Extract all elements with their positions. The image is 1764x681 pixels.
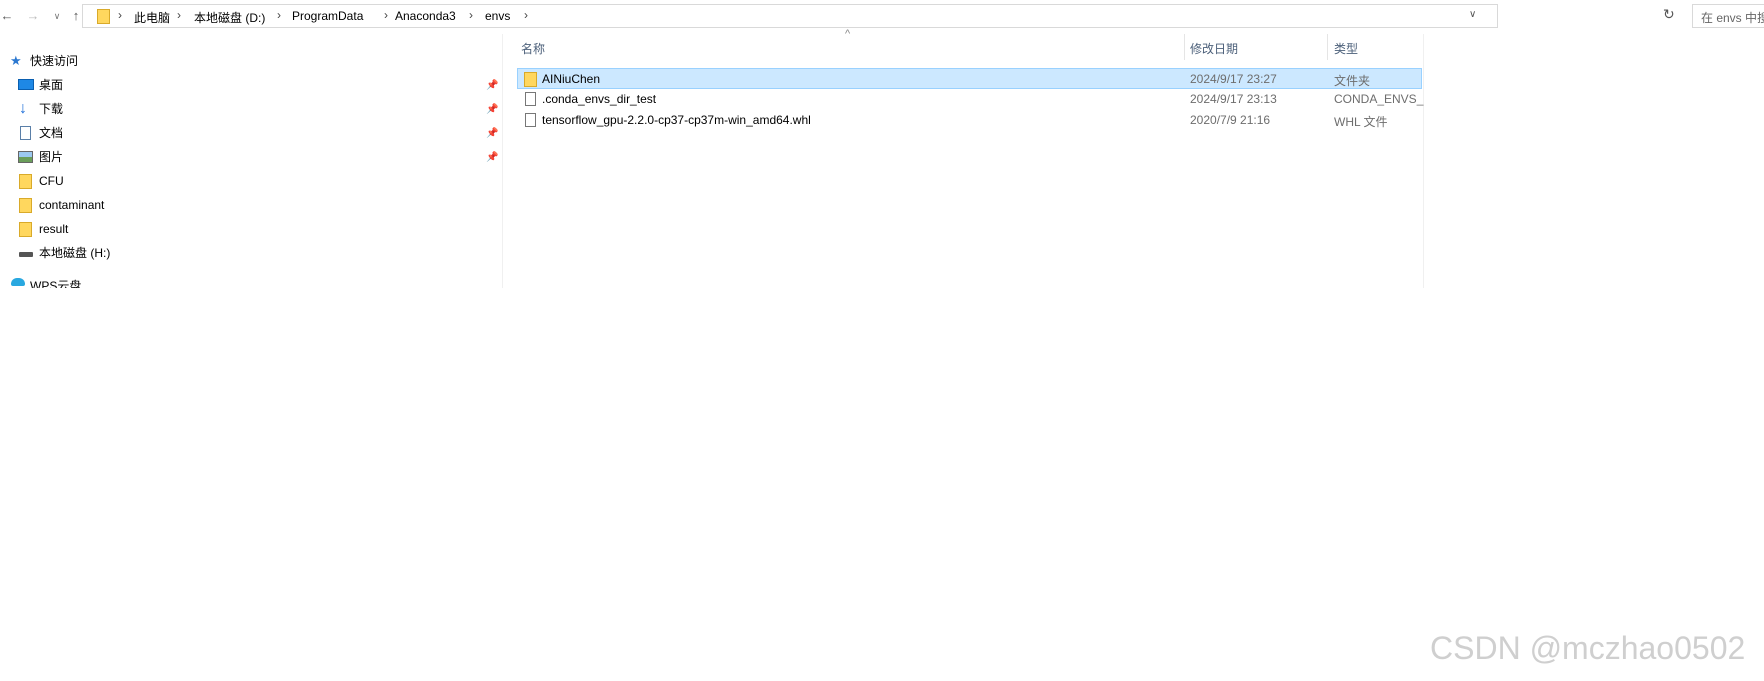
file-name: tensorflow_gpu-2.2.0-cp37-cp37m-win_amd6… — [542, 113, 811, 127]
nav-item-label: 桌面 — [39, 78, 64, 92]
chevron-right-icon: › — [384, 8, 388, 22]
nav-item-label: 图片 — [39, 150, 64, 164]
refresh-button[interactable]: ↻ — [1663, 6, 1675, 23]
chevron-right-icon: › — [277, 8, 281, 22]
folder-icon — [19, 174, 32, 189]
column-divider[interactable] — [1184, 34, 1185, 60]
nav-item-label: 快速访问 — [30, 54, 79, 68]
up-button[interactable]: ↑ — [70, 6, 82, 26]
picture-icon — [18, 151, 33, 163]
nav-item-label: CFU — [39, 174, 64, 188]
breadcrumb-drive-d[interactable]: 本地磁盘 (D:) — [194, 9, 265, 26]
nav-item-label: contaminant — [39, 198, 105, 212]
recent-locations-button[interactable]: ∨ — [52, 6, 62, 26]
column-divider[interactable] — [1327, 34, 1328, 60]
file-icon — [525, 92, 536, 106]
download-icon: ↓ — [19, 100, 27, 117]
folder-icon — [524, 72, 537, 87]
file-modified: 2024/9/17 23:27 — [1190, 72, 1277, 86]
file-type: WHL 文件 — [1334, 115, 1388, 129]
file-modified: 2024/9/17 23:13 — [1190, 92, 1277, 106]
file-type: CONDA_ENVS_ — [1334, 92, 1424, 106]
address-dropdown-icon[interactable]: ∨ — [1469, 9, 1476, 20]
pin-icon[interactable]: 📌 — [486, 80, 498, 91]
nav-item-label: 下载 — [39, 102, 64, 116]
folder-icon — [19, 198, 32, 213]
pin-icon[interactable]: 📌 — [486, 104, 498, 115]
forward-button[interactable]: → — [26, 6, 40, 26]
folder-icon — [97, 9, 110, 24]
pin-icon[interactable]: 📌 — [486, 128, 498, 139]
column-header-modified[interactable]: 修改日期 — [1190, 40, 1238, 57]
star-icon: ★ — [10, 53, 22, 68]
file-row[interactable]: tensorflow_gpu-2.2.0-cp37-cp37m-win_amd6… — [517, 110, 1422, 131]
pane-divider[interactable] — [502, 34, 503, 288]
file-type: 文件夹 — [1334, 74, 1371, 88]
chevron-right-icon: › — [469, 8, 473, 22]
column-header-type[interactable]: 类型 — [1334, 40, 1358, 57]
chevron-right-icon: › — [177, 8, 181, 22]
file-modified: 2020/7/9 21:16 — [1190, 113, 1271, 127]
desktop-icon — [18, 79, 34, 90]
document-icon — [20, 126, 31, 140]
navigation-pane: ★ 快速访问 桌面 ↓ 下载 文档 图片 CFU contaminant res… — [0, 48, 500, 288]
drive-icon — [19, 252, 33, 257]
cloud-icon — [11, 278, 25, 286]
back-button[interactable]: ← — [0, 6, 14, 26]
breadcrumb-programdata[interactable]: ProgramData — [292, 9, 363, 23]
nav-item-label: WPS云盘 — [30, 279, 82, 288]
nav-item-label: result — [39, 222, 69, 236]
breadcrumb-this-pc[interactable]: 此电脑 — [134, 9, 170, 26]
column-header-name[interactable]: 名称 — [521, 40, 545, 57]
file-name: .conda_envs_dir_test — [542, 92, 657, 106]
pin-icon[interactable]: 📌 — [486, 152, 498, 163]
folder-icon — [19, 222, 32, 237]
address-bar[interactable]: › 此电脑 › 本地磁盘 (D:) › ProgramData › Anacon… — [82, 4, 1498, 28]
file-icon — [525, 113, 536, 127]
search-input[interactable]: 在 envs 中搜 — [1692, 4, 1764, 28]
watermark: CSDN @mczhao0502 — [1430, 630, 1746, 666]
nav-item-label: 本地磁盘 (H:) — [39, 246, 111, 260]
sort-indicator: ^ — [845, 28, 851, 40]
nav-item-label: 文档 — [39, 126, 64, 140]
breadcrumb-envs[interactable]: envs — [485, 9, 510, 23]
chevron-right-icon: › — [524, 8, 528, 22]
breadcrumb-anaconda3[interactable]: Anaconda3 — [395, 9, 456, 23]
list-right-edge — [1423, 34, 1424, 288]
chevron-right-icon: › — [118, 8, 122, 22]
file-row[interactable]: .conda_envs_dir_test 2024/9/17 23:13 CON… — [517, 89, 1424, 110]
file-row[interactable]: AINiuChen 2024/9/17 23:27 文件夹 — [517, 68, 1422, 89]
file-name: AINiuChen — [542, 72, 601, 86]
